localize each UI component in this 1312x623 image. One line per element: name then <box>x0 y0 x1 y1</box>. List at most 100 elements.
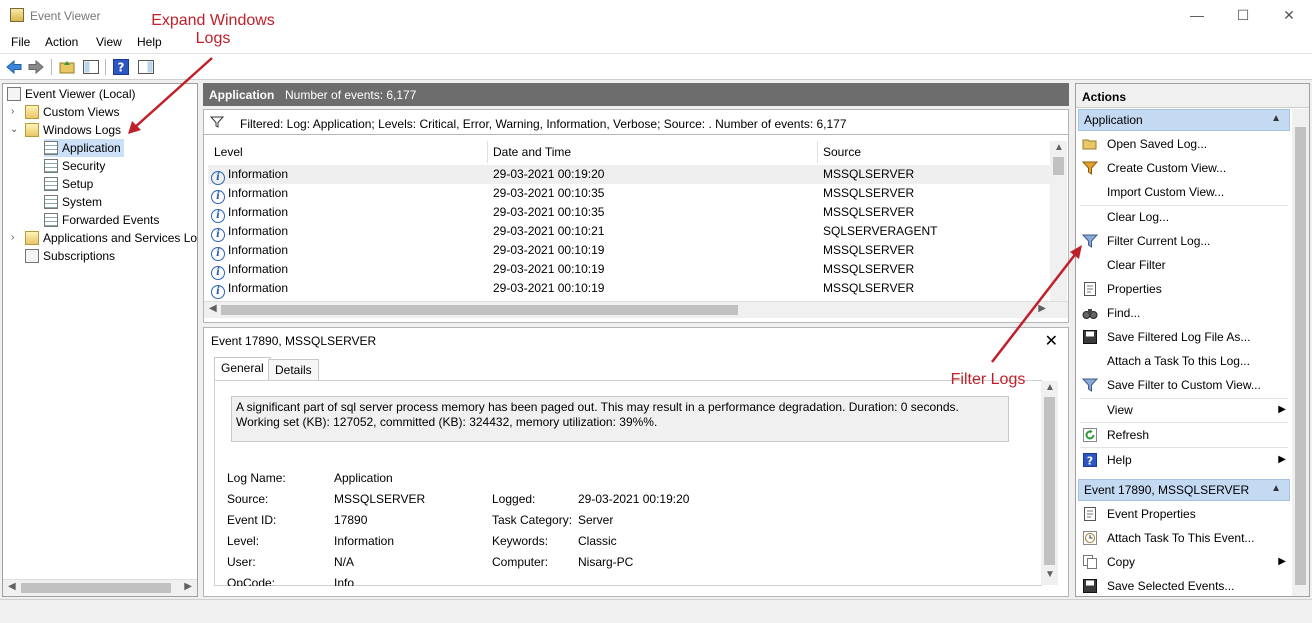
expand-icon[interactable]: › <box>11 232 19 243</box>
level-value: Information <box>334 534 395 548</box>
actions-section-application[interactable]: Application ▲ <box>1078 109 1290 131</box>
help-icon: ? <box>1083 453 1097 468</box>
tree-custom-views[interactable]: Custom Views <box>25 103 119 121</box>
column-level[interactable]: Level <box>214 141 243 163</box>
collapse-section-icon[interactable]: ▲ <box>1271 483 1281 494</box>
table-row[interactable]: i Information 29-03-2021 00:10:19 MSSQLSERV… <box>208 241 1050 261</box>
scroll-left-icon[interactable]: ◀ <box>209 303 217 314</box>
back-arrow-icon[interactable] <box>5 58 23 76</box>
action-clear-log[interactable]: Clear Log... <box>1080 206 1290 228</box>
detail-vertical-scrollbar[interactable]: ▲ ▼ <box>1041 381 1058 585</box>
binoculars-icon <box>1082 309 1098 319</box>
scroll-down-icon[interactable]: ▼ <box>1045 569 1055 580</box>
save-filter-icon <box>1082 378 1098 392</box>
tree-windows-logs[interactable]: Windows Logs <box>25 121 121 139</box>
log-icon <box>44 177 58 191</box>
scroll-right-icon[interactable]: ▶ <box>184 581 192 592</box>
event-source: SQLSERVERAGENT <box>823 224 938 238</box>
forward-arrow-icon[interactable] <box>27 58 45 76</box>
action-create-custom-view[interactable]: Create Custom View... <box>1080 157 1290 179</box>
close-button[interactable]: ✕ <box>1266 0 1312 31</box>
source-label: Source: <box>227 492 269 506</box>
event-list-horizontal-scrollbar[interactable]: ◀ ▶ <box>204 301 1068 318</box>
scroll-up-icon[interactable]: ▲ <box>1054 142 1064 153</box>
action-refresh[interactable]: Refresh <box>1080 424 1290 446</box>
actions-section-event[interactable]: Event 17890, MSSQLSERVER ▲ <box>1078 479 1290 501</box>
action-label: Save Filter to Custom View... <box>1107 378 1261 392</box>
log-icon <box>44 195 58 209</box>
tree-application[interactable]: Application <box>44 139 124 157</box>
subscriptions-icon <box>25 249 39 263</box>
scroll-right-icon[interactable]: ▶ <box>1038 303 1046 314</box>
event-list-vertical-scrollbar[interactable]: ▲ <box>1050 141 1067 301</box>
table-row[interactable]: i Information 29-03-2021 00:10:19 MSSQLSERV… <box>208 260 1050 280</box>
action-view[interactable]: View ▶ <box>1080 399 1290 421</box>
submenu-arrow-icon: ▶ <box>1278 454 1286 465</box>
action-save-selected-events[interactable]: Save Selected Events... <box>1080 575 1290 596</box>
help-icon[interactable]: ? <box>112 58 130 76</box>
action-filter-current-log[interactable]: Filter Current Log... <box>1080 230 1290 252</box>
menu-file[interactable]: File <box>11 35 30 49</box>
tree-forwarded-events[interactable]: Forwarded Events <box>44 211 159 229</box>
submenu-arrow-icon: ▶ <box>1278 556 1286 567</box>
action-label: Properties <box>1107 282 1162 296</box>
action-label: Import Custom View... <box>1107 185 1225 199</box>
menu-action[interactable]: Action <box>45 35 78 49</box>
tree-subscriptions[interactable]: Subscriptions <box>25 247 115 265</box>
table-row[interactable]: i Information 29-03-2021 00:10:35 MSSQLSERV… <box>208 184 1050 204</box>
show-hide-tree-icon[interactable] <box>82 58 100 76</box>
log-header: Application Number of events: 6,177 <box>203 83 1069 106</box>
folder-up-icon[interactable] <box>58 58 76 76</box>
column-date-time[interactable]: Date and Time <box>493 141 571 163</box>
table-row[interactable]: i Information 29-03-2021 00:10:21 SQLSERVER… <box>208 222 1050 242</box>
event-source: MSSQLSERVER <box>823 281 915 295</box>
tree-label: Windows Logs <box>43 123 122 137</box>
log-name: Application <box>209 88 275 102</box>
scroll-left-icon[interactable]: ◀ <box>8 581 16 592</box>
console-tree: Event Viewer (Local) › Custom Views ⌄ Wi… <box>2 83 198 597</box>
minimize-button[interactable]: — <box>1174 0 1220 31</box>
expand-icon[interactable]: › <box>11 106 19 117</box>
tree-event-viewer-local[interactable]: Event Viewer (Local) <box>7 85 136 103</box>
action-properties[interactable]: Properties <box>1080 278 1290 300</box>
action-attach-task-to-event[interactable]: Attach Task To This Event... <box>1080 527 1290 549</box>
table-row[interactable]: i Information 29-03-2021 00:10:19 MSSQLSERV… <box>208 279 1050 299</box>
actions-vertical-scrollbar[interactable] <box>1292 109 1309 596</box>
tree-applications-and-services[interactable]: Applications and Services Lo <box>25 229 197 247</box>
action-label: Create Custom View... <box>1107 161 1227 175</box>
action-attach-task-to-log[interactable]: Attach a Task To this Log... <box>1080 350 1290 372</box>
collapse-section-icon[interactable]: ▲ <box>1271 113 1281 124</box>
action-label: Save Selected Events... <box>1107 579 1235 593</box>
actions-header: Actions <box>1076 84 1309 108</box>
action-help[interactable]: ? Help ▶ <box>1080 449 1290 471</box>
scroll-up-icon[interactable]: ▲ <box>1045 382 1055 393</box>
action-save-filtered-log[interactable]: Save Filtered Log File As... <box>1080 326 1290 348</box>
collapse-icon[interactable]: ⌄ <box>10 124 18 135</box>
action-clear-filter[interactable]: Clear Filter <box>1080 254 1290 276</box>
info-icon: i <box>211 209 225 223</box>
show-action-pane-icon[interactable] <box>137 58 155 76</box>
action-label: Attach Task To This Event... <box>1107 531 1255 545</box>
column-source[interactable]: Source <box>823 141 861 163</box>
table-row[interactable]: i Information 29-03-2021 00:10:35 MSSQLSERV… <box>208 203 1050 223</box>
annotation-filter-logs: Filter Logs <box>950 371 1026 388</box>
action-copy[interactable]: Copy ▶ <box>1080 551 1290 573</box>
action-label: Help <box>1107 453 1132 467</box>
tab-general[interactable]: General <box>214 357 271 381</box>
maximize-button[interactable]: ☐ <box>1220 0 1266 31</box>
close-icon[interactable]: ✕ <box>1045 331 1058 351</box>
tree-system[interactable]: System <box>44 193 102 211</box>
event-viewer-icon <box>10 8 24 22</box>
tab-details[interactable]: Details <box>268 359 319 381</box>
tree-setup[interactable]: Setup <box>44 175 93 193</box>
action-import-custom-view[interactable]: Import Custom View... <box>1080 181 1290 203</box>
table-row[interactable]: i Information 29-03-2021 00:19:20 MSSQLSERV… <box>208 165 1050 185</box>
action-open-saved-log[interactable]: Open Saved Log... <box>1080 133 1290 155</box>
tree-security[interactable]: Security <box>44 157 105 175</box>
menu-view[interactable]: View <box>96 35 122 49</box>
action-find[interactable]: Find... <box>1080 302 1290 324</box>
action-event-properties[interactable]: Event Properties <box>1080 503 1290 525</box>
tree-label: Application <box>62 141 121 155</box>
tree-horizontal-scrollbar[interactable]: ◀ ▶ <box>3 579 197 596</box>
action-save-filter-to-custom-view[interactable]: Save Filter to Custom View... <box>1080 374 1290 396</box>
